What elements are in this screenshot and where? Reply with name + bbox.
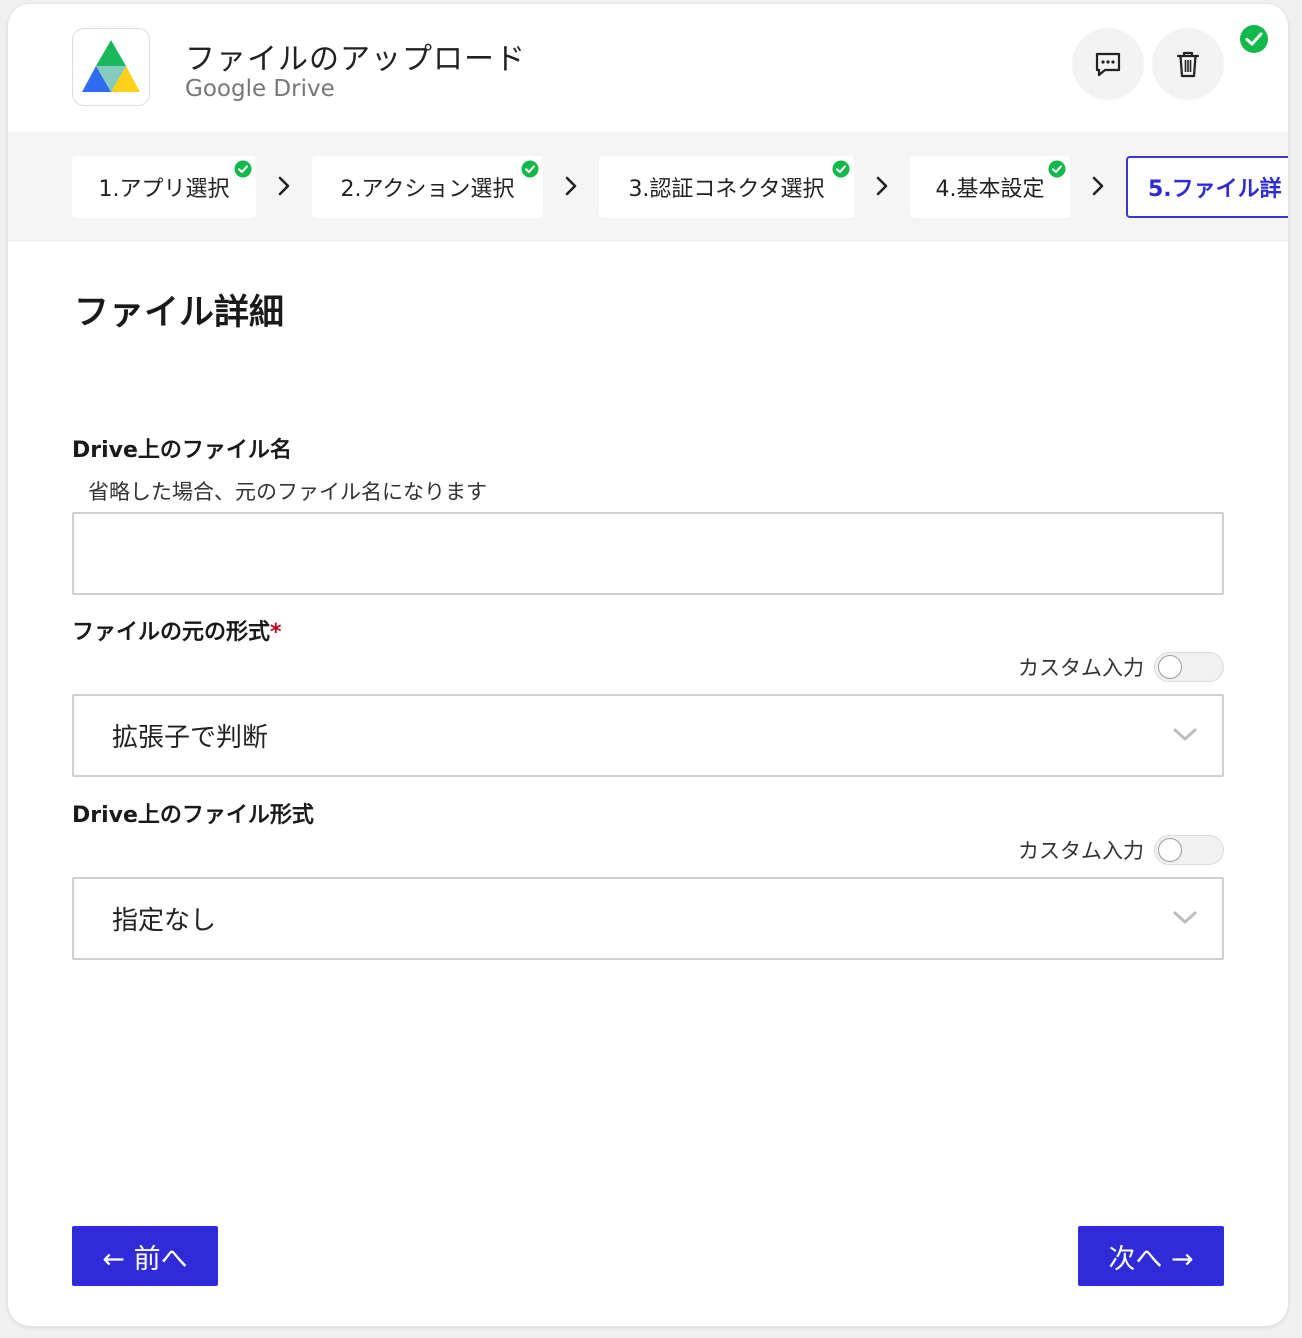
step-action-select[interactable]: 2.アクション選択	[312, 156, 543, 218]
comment-button[interactable]	[1072, 28, 1144, 100]
step-app-select[interactable]: 1.アプリ選択	[72, 156, 256, 218]
drive-format-value: 指定なし	[112, 906, 217, 936]
step-basic-settings[interactable]: 4.基本設定	[910, 156, 1070, 218]
step-file-details[interactable]: 5.ファイル詳	[1126, 156, 1288, 218]
step-auth-connector-select[interactable]: 3.認証コネクタ選択	[599, 156, 854, 218]
toggle-knob	[1158, 655, 1182, 679]
comment-icon	[1095, 52, 1121, 77]
filename-input[interactable]	[72, 512, 1224, 595]
check-icon	[234, 160, 252, 178]
action-title: ファイルのアップロード	[185, 42, 526, 77]
trash-icon	[1176, 51, 1200, 78]
next-button[interactable]: 次へ →	[1078, 1226, 1224, 1286]
step-label: 2.アクション選択	[340, 177, 515, 202]
chevron-right-icon	[565, 176, 577, 196]
source-format-custom-toggle-row: カスタム入力	[1018, 652, 1224, 682]
step-label: 1.アプリ選択	[98, 177, 230, 202]
chevron-down-icon	[1173, 728, 1197, 741]
check-icon	[832, 160, 850, 178]
filename-help-text: 省略した場合、元のファイル名になります	[88, 480, 487, 504]
toggle-knob	[1158, 838, 1182, 862]
step-navigation: 1.アプリ選択 2.アクション選択 3.認証コネクタ選択 4.基本設定 5.ファ…	[8, 132, 1288, 242]
google-drive-logo	[72, 28, 150, 106]
prev-button[interactable]: ← 前へ	[72, 1226, 218, 1286]
chevron-right-icon	[876, 176, 888, 196]
filename-label: Drive上のファイル名	[72, 438, 292, 463]
drive-format-custom-toggle[interactable]	[1154, 835, 1224, 865]
chevron-right-icon	[1092, 176, 1104, 196]
chevron-right-icon	[278, 176, 290, 196]
source-format-value: 拡張子で判断	[112, 723, 269, 753]
check-icon	[1048, 160, 1066, 178]
app-name: Google Drive	[185, 76, 335, 102]
source-format-label-text: ファイルの元の形式	[72, 620, 271, 645]
check-icon	[521, 160, 539, 178]
page-title: ファイル詳細	[74, 293, 285, 333]
source-format-label: ファイルの元の形式*	[72, 614, 282, 646]
chevron-down-icon	[1173, 911, 1197, 924]
drive-format-label: Drive上のファイル形式	[72, 803, 314, 828]
step-label: 3.認証コネクタ選択	[628, 177, 825, 202]
source-format-custom-toggle[interactable]	[1154, 652, 1224, 682]
drive-format-select[interactable]: 指定なし	[72, 877, 1224, 960]
flow-step-card: ファイルのアップロード Google Drive 1.アプリ選択 2.アクション…	[8, 4, 1288, 1326]
status-complete-icon	[1240, 25, 1268, 53]
step-label: 4.基本設定	[935, 177, 1045, 202]
delete-button[interactable]	[1152, 28, 1224, 100]
custom-input-label: カスタム入力	[1018, 656, 1144, 680]
required-mark: *	[270, 620, 282, 645]
source-format-select[interactable]: 拡張子で判断	[72, 694, 1224, 777]
step-label: 5.ファイル詳	[1148, 177, 1282, 202]
custom-input-label: カスタム入力	[1018, 839, 1144, 863]
drive-format-custom-toggle-row: カスタム入力	[1018, 835, 1224, 865]
